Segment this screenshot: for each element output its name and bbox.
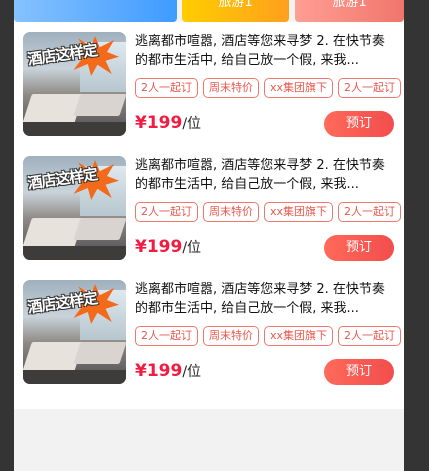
- tag-list: 2人一起订 周末特价 xx集团旗下 2人一起订: [135, 76, 404, 98]
- tab-travel-1[interactable]: 旅游1: [182, 0, 289, 22]
- hotel-thumbnail[interactable]: 酒店这样定: [23, 156, 126, 260]
- product-card[interactable]: 酒店这样定 逃离都市喧嚣, 酒店等您来寻梦 2. 在快节奏的都市生活中, 给自己…: [14, 22, 404, 146]
- price-amount: ¥199: [135, 361, 183, 381]
- tag: 2人一起订: [135, 202, 198, 222]
- tag-list: 2人一起订 周末特价 xx集团旗下 2人一起订: [135, 200, 404, 222]
- tag: xx集团旗下: [264, 326, 334, 346]
- price-unit: /位: [182, 364, 202, 380]
- product-list: 酒店这样定 逃离都市喧嚣, 酒店等您来寻梦 2. 在快节奏的都市生活中, 给自己…: [14, 22, 404, 409]
- product-title[interactable]: 逃离都市喧嚣, 酒店等您来寻梦 2. 在快节奏的都市生活中, 给自己放一个假, …: [135, 156, 397, 194]
- product-title[interactable]: 逃离都市喧嚣, 酒店等您来寻梦 2. 在快节奏的都市生活中, 给自己放一个假, …: [135, 32, 397, 70]
- tag: 2人一起订: [338, 78, 402, 98]
- floor-shape: [23, 370, 126, 384]
- tab-travel-2[interactable]: 旅游1: [295, 0, 404, 22]
- price: ¥199/位: [135, 358, 201, 384]
- tag: xx集团旗下: [264, 78, 334, 98]
- tag-list: 2人一起订 周末特价 xx集团旗下 2人一起订: [135, 324, 404, 346]
- tag: 周末特价: [203, 202, 259, 222]
- hotel-thumbnail[interactable]: 酒店这样定: [23, 280, 126, 384]
- price: ¥199/位: [135, 234, 201, 260]
- product-card[interactable]: 酒店这样定 逃离都市喧嚣, 酒店等您来寻梦 2. 在快节奏的都市生活中, 给自己…: [14, 270, 404, 394]
- hotel-thumbnail[interactable]: 酒店这样定: [23, 32, 126, 136]
- tag: 2人一起订: [338, 202, 402, 222]
- price-amount: ¥199: [135, 113, 183, 133]
- floor-shape: [23, 246, 126, 260]
- tag: xx集团旗下: [264, 202, 334, 222]
- price-unit: /位: [182, 240, 202, 256]
- tab-category-1[interactable]: [14, 0, 177, 22]
- phone-screen: 旅游1 旅游1 酒店这样定 逃离都市喧嚣, 酒店等您来寻梦 2. 在快节奏的都市…: [14, 0, 404, 471]
- bed-shape: [73, 94, 126, 116]
- tab-label: 旅游1: [218, 0, 253, 10]
- floor-shape: [23, 122, 126, 136]
- bed-shape: [73, 342, 126, 364]
- tag: 周末特价: [203, 326, 259, 346]
- tag: 2人一起订: [135, 326, 198, 346]
- tag: 2人一起订: [135, 78, 198, 98]
- book-button[interactable]: 预订: [324, 111, 394, 137]
- tab-label: 旅游1: [332, 0, 367, 10]
- product-title[interactable]: 逃离都市喧嚣, 酒店等您来寻梦 2. 在快节奏的都市生活中, 给自己放一个假, …: [135, 280, 397, 318]
- tag: 2人一起订: [338, 326, 402, 346]
- product-card[interactable]: 酒店这样定 逃离都市喧嚣, 酒店等您来寻梦 2. 在快节奏的都市生活中, 给自己…: [14, 146, 404, 270]
- book-button[interactable]: 预订: [324, 235, 394, 261]
- tag: 周末特价: [203, 78, 259, 98]
- price-amount: ¥199: [135, 237, 183, 257]
- price: ¥199/位: [135, 110, 201, 136]
- price-unit: /位: [182, 116, 202, 132]
- category-tabs: 旅游1 旅游1: [14, 0, 404, 22]
- book-button[interactable]: 预订: [324, 359, 394, 385]
- bed-shape: [73, 218, 126, 240]
